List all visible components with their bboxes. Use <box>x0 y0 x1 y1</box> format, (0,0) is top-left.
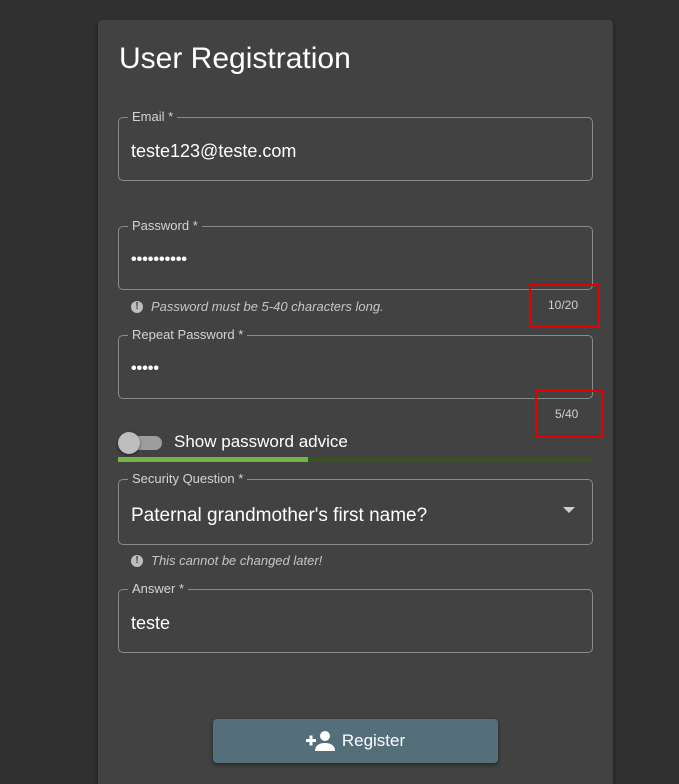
security-question-label: Security Question * <box>128 471 248 487</box>
chevron-down-icon[interactable] <box>563 507 575 513</box>
page-title: User Registration <box>119 42 351 75</box>
info-icon: ! <box>131 554 143 567</box>
info-icon: ! <box>131 300 143 313</box>
toggle-knob <box>118 432 140 454</box>
email-label: Email * <box>128 109 178 125</box>
repeat-password-counter-highlight <box>535 390 603 438</box>
page-background: User Registration Email * teste123@teste… <box>0 0 679 784</box>
repeat-password-label: Repeat Password * <box>128 327 248 343</box>
password-counter-highlight <box>529 284 600 328</box>
password-advice-toggle[interactable] <box>118 432 162 454</box>
password-advice-toggle-row[interactable]: Show password advice <box>118 430 348 454</box>
password-hint: ! Password must be 5-40 characters long. <box>131 299 384 314</box>
person-add-icon <box>305 731 335 751</box>
password-strength-fill <box>118 457 308 462</box>
register-label: Register <box>341 731 406 750</box>
answer-label: Answer * <box>128 581 189 597</box>
password-strength-meter <box>118 457 593 462</box>
security-question-hint-text: This cannot be changed later! <box>151 553 323 568</box>
password-hint-text: Password must be 5-40 characters long. <box>151 299 384 314</box>
answer-value: teste <box>131 613 171 633</box>
email-field[interactable]: Email * teste123@teste.com <box>118 109 593 181</box>
repeat-password-value: ••••• <box>131 360 160 377</box>
registration-card: User Registration Email * teste123@teste… <box>98 20 613 784</box>
security-question-select[interactable]: Security Question * Paternal grandmother… <box>118 471 593 545</box>
email-value: teste123@teste.com <box>131 141 297 161</box>
password-label: Password * <box>128 218 202 234</box>
security-question-selected: Paternal grandmother's first name? <box>131 505 428 526</box>
password-field[interactable]: Password * •••••••••• <box>118 218 593 290</box>
repeat-password-field[interactable]: Repeat Password * ••••• <box>118 327 593 399</box>
security-question-hint: ! This cannot be changed later! <box>131 553 322 568</box>
password-value: •••••••••• <box>131 251 188 268</box>
password-advice-label: Show password advice <box>174 432 348 451</box>
answer-field[interactable]: Answer * teste <box>118 581 593 653</box>
register-button[interactable]: Register <box>213 719 498 763</box>
